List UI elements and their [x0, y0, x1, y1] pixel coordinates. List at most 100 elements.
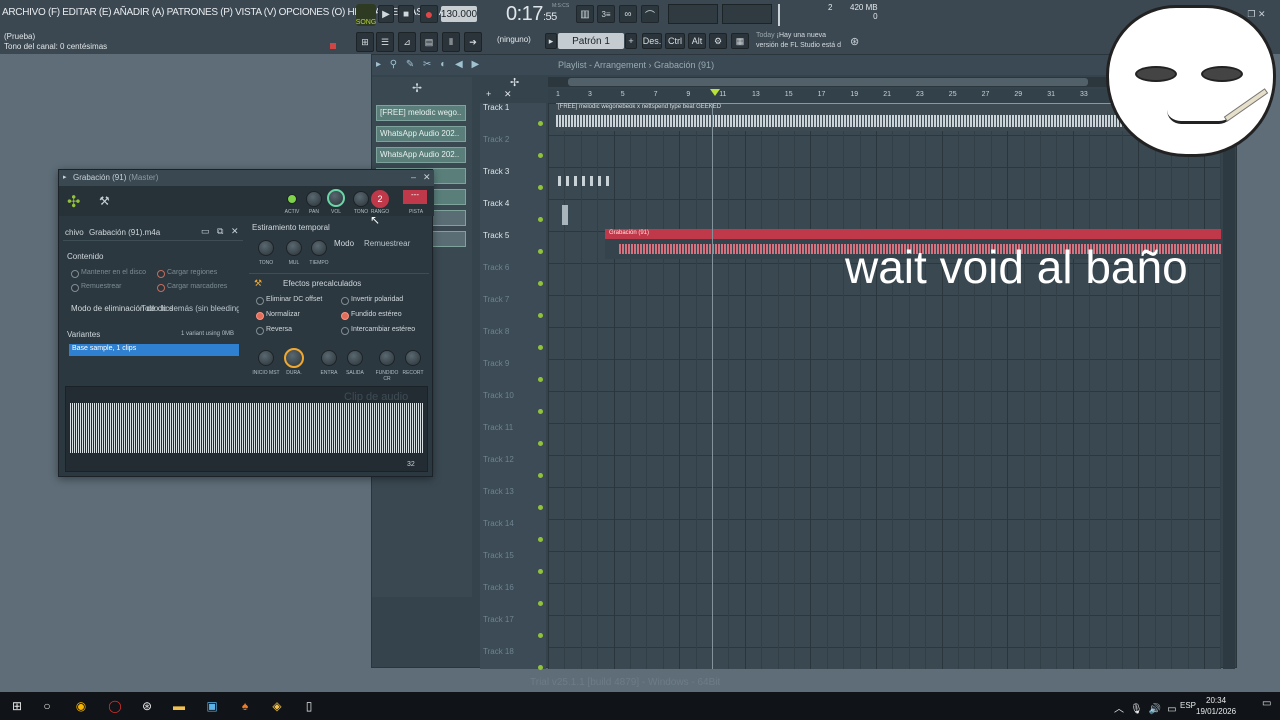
track-mute-led[interactable] [538, 633, 543, 638]
picker-icon[interactable]: ✢ [412, 81, 422, 95]
app-icon-3[interactable]: ▯ [300, 697, 318, 715]
stretch-mul-knob[interactable] [286, 240, 302, 256]
track-label[interactable]: Track 6 [483, 263, 509, 272]
piano-roll-icon[interactable]: ⊿ [398, 32, 416, 52]
des-button[interactable]: Des. [642, 33, 662, 49]
track-label[interactable]: Track 15 [483, 551, 514, 560]
declick-selector[interactable]: Todo lo demás (sin bleeding) [141, 304, 239, 313]
crossfade-knob[interactable] [379, 350, 395, 366]
pan-knob[interactable] [306, 191, 322, 207]
track-mute-led[interactable] [538, 601, 543, 606]
pattern-prev-icon[interactable]: ▸ [545, 33, 557, 49]
range-value[interactable]: 2 [371, 190, 389, 208]
start-knob[interactable] [258, 350, 274, 366]
dc-offset-check[interactable] [256, 297, 264, 305]
playlist-tools-icons[interactable]: ▸ ⚲ ✎ ✂ ◐ ◀ ▶ [376, 59, 482, 70]
news-icon[interactable]: ▦ [731, 33, 749, 49]
track-label[interactable]: Track 3 [483, 167, 509, 176]
alt-button[interactable]: Alt [688, 33, 706, 49]
dock-icon[interactable]: ⧉ [217, 226, 223, 237]
pitch-knob[interactable] [353, 191, 369, 207]
playlist-grid[interactable] [548, 103, 1222, 669]
fade-stereo-check[interactable] [341, 312, 349, 320]
load-markers-check[interactable] [157, 284, 165, 292]
track-mute-led[interactable] [538, 217, 543, 222]
load-regions-check[interactable] [157, 270, 165, 278]
pattern-add-icon[interactable]: + [625, 33, 637, 49]
volume-knob[interactable] [327, 189, 345, 207]
track-label[interactable]: Track 5 [483, 231, 509, 240]
fade-out-knob[interactable] [347, 350, 363, 366]
track-label[interactable]: Track 11 [483, 423, 513, 432]
mixer-track-selector[interactable]: --- [403, 190, 427, 204]
plus-icon[interactable]: + [486, 89, 491, 99]
arrow-icon[interactable]: ➔ [464, 32, 482, 52]
app-icon-2[interactable]: ◈ [268, 697, 286, 715]
clock[interactable]: 20:34 19/01/2026 [1196, 695, 1236, 717]
keyboard-icon[interactable]: ▥ [576, 5, 594, 23]
play-icon[interactable]: ▶ [378, 5, 394, 23]
mixer-icon[interactable]: ▤ [420, 32, 438, 52]
track-label[interactable]: Track 4 [483, 199, 509, 208]
track-label[interactable]: Track 17 [483, 615, 514, 624]
swap-stereo-check[interactable] [341, 327, 349, 335]
track-mute-led[interactable] [538, 345, 543, 350]
track-mute-led[interactable] [538, 473, 543, 478]
clip-window-title[interactable]: Grabación (91) (Master) [59, 170, 434, 186]
track-label[interactable]: Track 1 [483, 103, 509, 112]
picker-item[interactable]: WhatsApp Audio 202.. [376, 147, 466, 163]
audio-clip-track4[interactable] [562, 205, 568, 225]
audio-clip-track1[interactable]: [FREE] melodic wegonebeok x nettspend ty… [556, 103, 1156, 131]
track-label[interactable]: Track 13 [483, 487, 514, 496]
trim-knob[interactable] [405, 350, 421, 366]
track-label[interactable]: Track 9 [483, 359, 509, 368]
track-mute-led[interactable] [538, 153, 543, 158]
file-explorer-icon[interactable]: ▬ [170, 697, 188, 715]
typing-keyboard-icon[interactable]: 3≡ [597, 5, 615, 23]
tempo-display[interactable]: 130.000 [441, 6, 477, 22]
playhead-marker[interactable] [710, 89, 720, 96]
picker-item[interactable]: [FREE] melodic wego.. [376, 105, 466, 121]
track-label[interactable]: Track 8 [483, 327, 509, 336]
track-mute-led[interactable] [538, 569, 543, 574]
track-label[interactable]: Track 12 [483, 455, 514, 464]
horizontal-scrollbar[interactable] [548, 77, 1108, 87]
pattern-selector[interactable]: Patrón 1 [558, 33, 624, 49]
add-track-icon[interactable]: ✢ [510, 76, 519, 89]
track-label[interactable]: Track 2 [483, 135, 509, 144]
track-mute-led[interactable] [538, 409, 543, 414]
resample-check[interactable] [71, 284, 79, 292]
metronome-icon[interactable]: ⌒ [641, 5, 659, 23]
close-icon[interactable]: ✕ [504, 89, 512, 100]
notification-icon[interactable]: ▭ [1262, 698, 1271, 709]
track-label[interactable]: Track 16 [483, 583, 514, 592]
length-knob[interactable] [284, 348, 304, 368]
system-tray-icons[interactable]: ︿🎙🔊▭ [1114, 700, 1183, 715]
windows-start-icon[interactable]: ⊞ [8, 697, 26, 715]
track-mute-led[interactable] [538, 441, 543, 446]
online-icon[interactable]: ⚙ [709, 33, 727, 49]
playlist-icon[interactable]: ⊞ [356, 32, 374, 52]
folder-icon[interactable]: ▭ [201, 226, 210, 237]
track-mute-led[interactable] [538, 665, 543, 670]
chrome-icon[interactable]: ◉ [72, 697, 90, 715]
track-mute-led[interactable] [538, 313, 543, 318]
language-indicator[interactable]: ESP [1180, 701, 1196, 710]
plugin-picker-icon[interactable]: ⫴ [442, 32, 460, 52]
loop-record-icon[interactable]: ∞ [619, 5, 637, 23]
wrench-icon[interactable]: ⚒ [99, 194, 110, 208]
window-menu-icon[interactable]: ▸ [63, 173, 67, 181]
remove-icon[interactable]: ✕ [231, 226, 239, 237]
news-settings-icon[interactable]: ⊛ [850, 35, 859, 48]
opera-icon[interactable]: ◯ [106, 697, 124, 715]
app-icon[interactable]: ⊛ [138, 697, 156, 715]
close-icon[interactable]: ✕ [423, 172, 431, 183]
snap-selector[interactable]: (ninguno) [497, 35, 531, 44]
track-mute-led[interactable] [538, 185, 543, 190]
track-mute-led[interactable] [538, 505, 543, 510]
track-label[interactable]: Track 7 [483, 295, 509, 304]
ctrl-button[interactable]: Ctrl [665, 33, 685, 49]
channel-settings-icon[interactable]: ✣ [67, 192, 80, 212]
scrollbar-thumb[interactable] [568, 78, 1088, 86]
store-icon[interactable]: ▣ [203, 697, 221, 715]
